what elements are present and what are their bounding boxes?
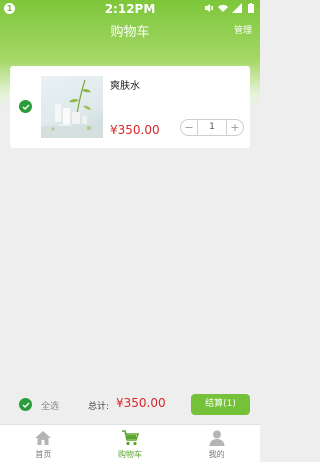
battery-icon [248, 3, 254, 13]
total-value: ¥350.00 [116, 396, 166, 410]
product-image[interactable] [41, 76, 103, 138]
navbar: 购物车 管理 [0, 18, 260, 40]
cart-item-card: 爽肤水 ¥350.00 − 1 + [10, 66, 250, 148]
status-icons [204, 3, 256, 13]
quantity-value[interactable]: 1 [197, 120, 227, 135]
checkout-button[interactable]: 结算(1) [191, 394, 250, 415]
select-all-label[interactable]: 全选 [41, 399, 59, 412]
tab-home-label: 首页 [35, 450, 52, 459]
page-title: 购物车 [110, 25, 150, 40]
total-label: 总计: [88, 402, 110, 412]
select-all-check-icon[interactable] [19, 398, 32, 411]
home-icon [35, 431, 52, 445]
tab-cart-label: 购物车 [118, 450, 142, 459]
manage-button[interactable]: 管理 [234, 23, 252, 36]
wifi-icon [218, 4, 228, 12]
tab-profile-label: 我的 [208, 450, 225, 459]
checkout-bar: 全选 总计: ¥350.00 结算(1) [0, 391, 260, 421]
increase-button[interactable]: + [227, 120, 243, 135]
decrease-button[interactable]: − [181, 120, 197, 135]
profile-icon [209, 430, 225, 446]
item-check-icon[interactable] [19, 100, 32, 113]
status-bar: 1 2:12PM [0, 0, 260, 18]
quantity-stepper: − 1 + [180, 119, 244, 136]
mute-icon [205, 4, 214, 12]
product-price: ¥350.00 [110, 123, 160, 137]
product-name[interactable]: 爽肤水 [110, 77, 140, 92]
signal-icon [232, 3, 242, 13]
tab-cart[interactable]: 购物车 [87, 425, 174, 462]
tab-bar: 首页 购物车 我的 [0, 424, 260, 462]
tab-home[interactable]: 首页 [0, 425, 87, 462]
cart-icon [122, 430, 139, 446]
tab-profile[interactable]: 我的 [173, 425, 260, 462]
